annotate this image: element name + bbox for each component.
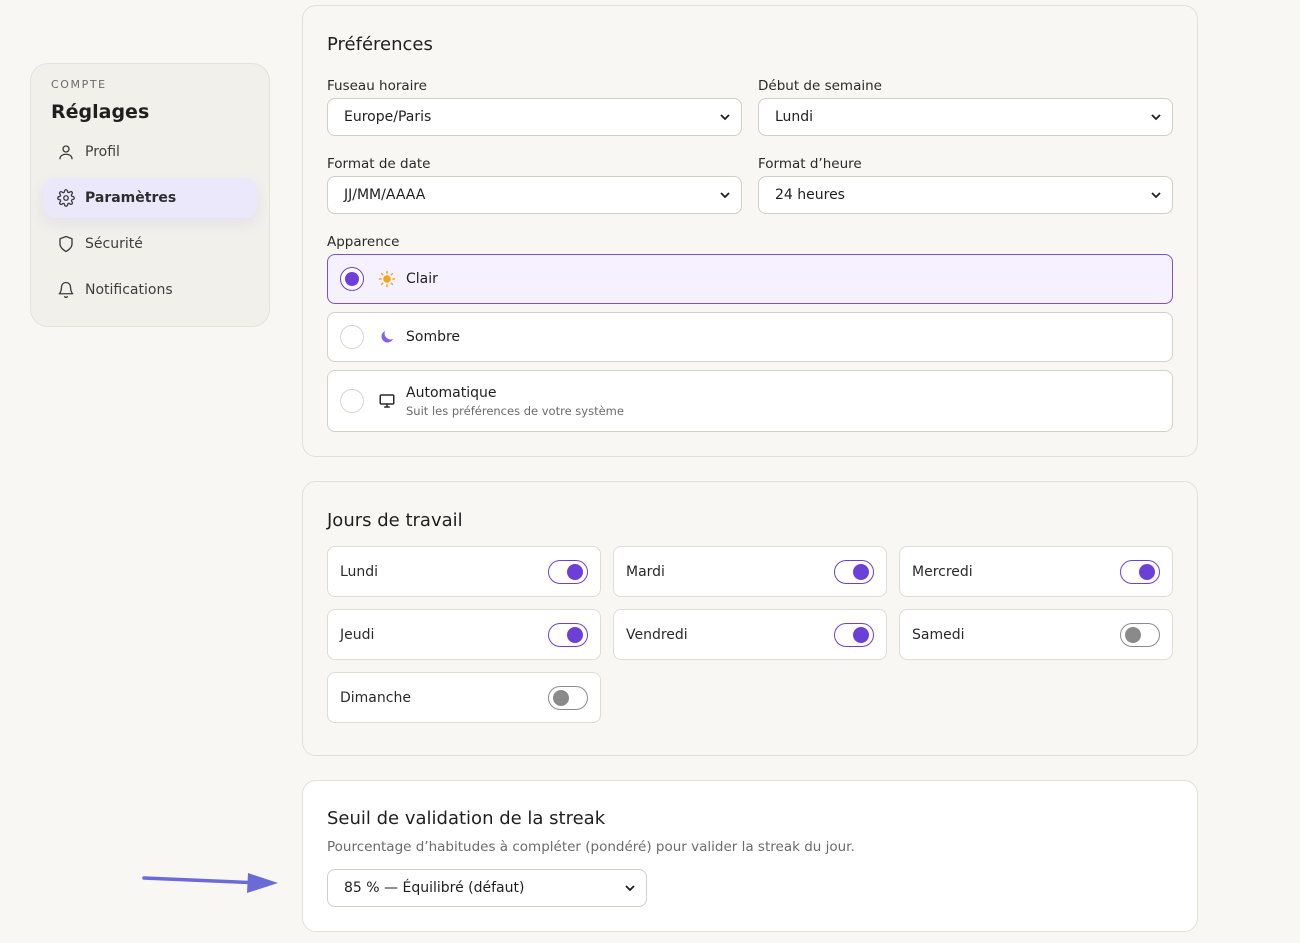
appearance-option-clair[interactable]: Clair [327, 254, 1173, 304]
streak-title: Seuil de validation de la streak [327, 808, 606, 829]
workday-mardi: Mardi [613, 546, 887, 597]
gear-icon [57, 189, 75, 207]
sidebar-item-profil[interactable]: Profil [43, 132, 257, 172]
preferences-title: Préférences [327, 34, 433, 55]
timezone-select[interactable]: Europe/Paris [327, 98, 742, 136]
appearance-option-label: Sombre [406, 329, 461, 345]
time-format-value: 24 heures [775, 187, 845, 203]
sidebar-item-notifications[interactable]: Notifications [43, 270, 257, 310]
streak-threshold-select[interactable]: 85 % — Équilibré (défaut) [327, 869, 647, 907]
bell-icon [57, 281, 75, 299]
chevron-down-icon [719, 189, 731, 201]
date-format-label: Format de date [327, 156, 431, 172]
sidebar-item-label: Notifications [85, 282, 173, 298]
timezone-label: Fuseau horaire [327, 78, 427, 94]
streak-threshold-value: 85 % — Équilibré (défaut) [344, 880, 525, 896]
moon-icon [378, 328, 396, 346]
settings-sidebar: COMPTE Réglages Profil Paramètres Sécuri… [30, 63, 270, 327]
day-label: Dimanche [340, 689, 411, 706]
appearance-option-automatique[interactable]: Automatique Suit les préférences de votr… [327, 370, 1173, 432]
radio-button[interactable] [340, 325, 364, 349]
appearance-option-label: Clair [406, 271, 438, 287]
workday-vendredi: Vendredi [613, 609, 887, 660]
day-label: Jeudi [340, 626, 375, 643]
workday-jeudi: Jeudi [327, 609, 601, 660]
day-label: Mardi [626, 563, 665, 580]
day-toggle[interactable] [834, 559, 874, 584]
appearance-option-sombre[interactable]: Sombre [327, 312, 1173, 362]
day-label: Vendredi [626, 626, 688, 643]
preferences-card: Préférences Fuseau horaire Europe/Paris … [302, 5, 1198, 457]
sidebar-title: Réglages [51, 101, 150, 123]
sidebar-item-securite[interactable]: Sécurité [43, 224, 257, 264]
day-label: Lundi [340, 563, 379, 580]
sidebar-nav: Profil Paramètres Sécurité Notifications [43, 132, 257, 310]
day-toggle[interactable] [834, 622, 874, 647]
date-format-value: JJ/MM/AAAA [344, 187, 426, 203]
chevron-down-icon [624, 882, 636, 894]
week-start-label: Début de semaine [758, 78, 882, 94]
day-toggle[interactable] [548, 685, 588, 710]
time-format-select[interactable]: 24 heures [758, 176, 1173, 214]
sidebar-overline: COMPTE [51, 78, 107, 91]
day-label: Samedi [912, 626, 965, 643]
appearance-option-label: Automatique [406, 384, 497, 401]
sidebar-item-label: Profil [85, 144, 120, 160]
day-toggle[interactable] [1120, 559, 1160, 584]
workday-samedi: Samedi [899, 609, 1173, 660]
week-start-select[interactable]: Lundi [758, 98, 1173, 136]
streak-card: Seuil de validation de la streak Pourcen… [302, 780, 1198, 932]
chevron-down-icon [719, 111, 731, 123]
workday-dimanche: Dimanche [327, 672, 601, 723]
day-toggle[interactable] [548, 622, 588, 647]
timezone-value: Europe/Paris [344, 109, 432, 125]
workdays-card: Jours de travail Lundi Mardi Mercredi Je… [302, 481, 1198, 756]
shield-icon [57, 235, 75, 253]
sun-icon [378, 270, 396, 288]
time-format-label: Format d’heure [758, 156, 862, 172]
sidebar-item-label: Sécurité [85, 236, 143, 252]
radio-button[interactable] [340, 267, 364, 291]
chevron-down-icon [1150, 111, 1162, 123]
user-icon [57, 143, 75, 161]
workday-mercredi: Mercredi [899, 546, 1173, 597]
arrow-icon [142, 873, 278, 893]
date-format-select[interactable]: JJ/MM/AAAA [327, 176, 742, 214]
sidebar-item-parametres[interactable]: Paramètres [43, 178, 257, 218]
day-toggle[interactable] [548, 559, 588, 584]
workday-lundi: Lundi [327, 546, 601, 597]
radio-button[interactable] [340, 389, 364, 413]
monitor-icon [378, 392, 396, 410]
appearance-label: Apparence [327, 234, 400, 250]
appearance-option-sub: Suit les préférences de votre système [406, 403, 624, 418]
workdays-title: Jours de travail [327, 510, 463, 531]
day-toggle[interactable] [1120, 622, 1160, 647]
chevron-down-icon [1150, 189, 1162, 201]
week-start-value: Lundi [775, 109, 814, 125]
streak-description: Pourcentage d’habitudes à compléter (pon… [327, 839, 855, 855]
sidebar-item-label: Paramètres [85, 190, 177, 206]
day-label: Mercredi [912, 563, 973, 580]
